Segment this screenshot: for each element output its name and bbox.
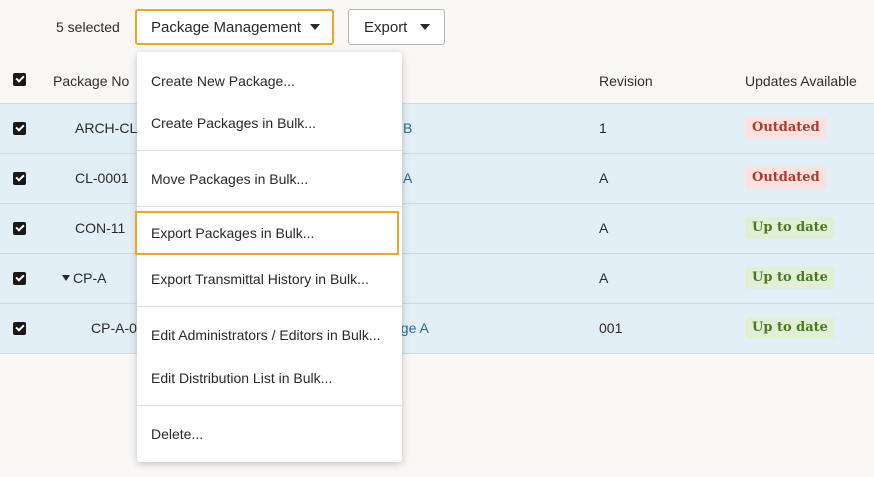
table-row[interactable]: CP-A A Up to date <box>0 254 874 304</box>
row-checkbox[interactable] <box>13 222 26 235</box>
package-no-cell: CL-0001 <box>75 170 129 186</box>
menu-divider <box>137 306 402 307</box>
selected-count: 5 selected <box>56 19 120 35</box>
export-button[interactable]: Export <box>348 9 445 45</box>
table-header: Package No Revision Updates Available <box>0 56 874 104</box>
caret-down-icon <box>420 24 430 30</box>
package-no-cell: CON-11 <box>75 220 126 236</box>
menu-divider <box>137 405 402 406</box>
package-management-label: Package Management <box>151 18 302 36</box>
package-management-menu: Create New Package... Create Packages in… <box>135 52 402 462</box>
revision-cell: A <box>599 170 609 186</box>
caret-down-icon <box>310 24 320 30</box>
status-badge: Outdated <box>745 167 827 189</box>
column-header-revision[interactable]: Revision <box>599 73 653 89</box>
package-title-link[interactable]: B <box>403 120 412 136</box>
menu-item-edit-administrators-editors-in-bulk[interactable]: Edit Administrators / Editors in Bulk... <box>137 315 402 355</box>
status-badge: Up to date <box>745 267 835 289</box>
revision-cell: A <box>599 270 609 286</box>
package-no-cell: CP-A <box>62 270 106 286</box>
select-all-checkbox[interactable] <box>13 73 26 86</box>
status-badge: Up to date <box>745 217 835 239</box>
menu-divider <box>137 150 402 151</box>
row-checkbox[interactable] <box>13 272 26 285</box>
package-management-button[interactable]: Package Management <box>135 9 334 45</box>
table-row[interactable]: ARCH-CL- B 1 Outdated <box>0 104 874 154</box>
row-checkbox[interactable] <box>13 322 26 335</box>
row-checkbox[interactable] <box>13 172 26 185</box>
row-checkbox[interactable] <box>13 122 26 135</box>
export-label: Export <box>364 18 408 36</box>
column-header-package-no[interactable]: Package No <box>53 73 129 89</box>
package-no-text: CP-A <box>73 270 107 286</box>
column-header-updates-available[interactable]: Updates Available <box>745 73 857 89</box>
table-row[interactable]: CON-11 A Up to date <box>0 204 874 254</box>
toolbar: 5 selected Package Management Export <box>0 0 874 56</box>
package-no-cell: ARCH-CL- <box>75 120 142 136</box>
menu-item-delete[interactable]: Delete... <box>137 414 402 454</box>
status-badge: Up to date <box>745 317 835 339</box>
revision-cell: 001 <box>599 320 623 336</box>
package-title-link[interactable]: A <box>403 170 412 186</box>
menu-divider <box>137 206 402 207</box>
status-badge: Outdated <box>745 117 827 139</box>
package-no-cell: CP-A-0 <box>91 320 137 336</box>
revision-cell: A <box>599 220 609 236</box>
table-row[interactable]: CL-0001 A A Outdated <box>0 154 874 204</box>
menu-item-create-new-package[interactable]: Create New Package... <box>137 61 402 101</box>
menu-item-move-packages-in-bulk[interactable]: Move Packages in Bulk... <box>137 159 402 199</box>
menu-item-create-packages-in-bulk[interactable]: Create Packages in Bulk... <box>137 103 402 143</box>
expand-toggle-icon[interactable] <box>62 275 70 281</box>
table-row[interactable]: CP-A-0 age A 001 Up to date <box>0 304 874 354</box>
revision-cell: 1 <box>599 120 607 136</box>
menu-item-export-packages-in-bulk[interactable]: Export Packages in Bulk... <box>135 211 399 255</box>
menu-item-edit-distribution-list-in-bulk[interactable]: Edit Distribution List in Bulk... <box>137 358 402 398</box>
menu-item-export-transmittal-history-in-bulk[interactable]: Export Transmittal History in Bulk... <box>137 259 402 299</box>
